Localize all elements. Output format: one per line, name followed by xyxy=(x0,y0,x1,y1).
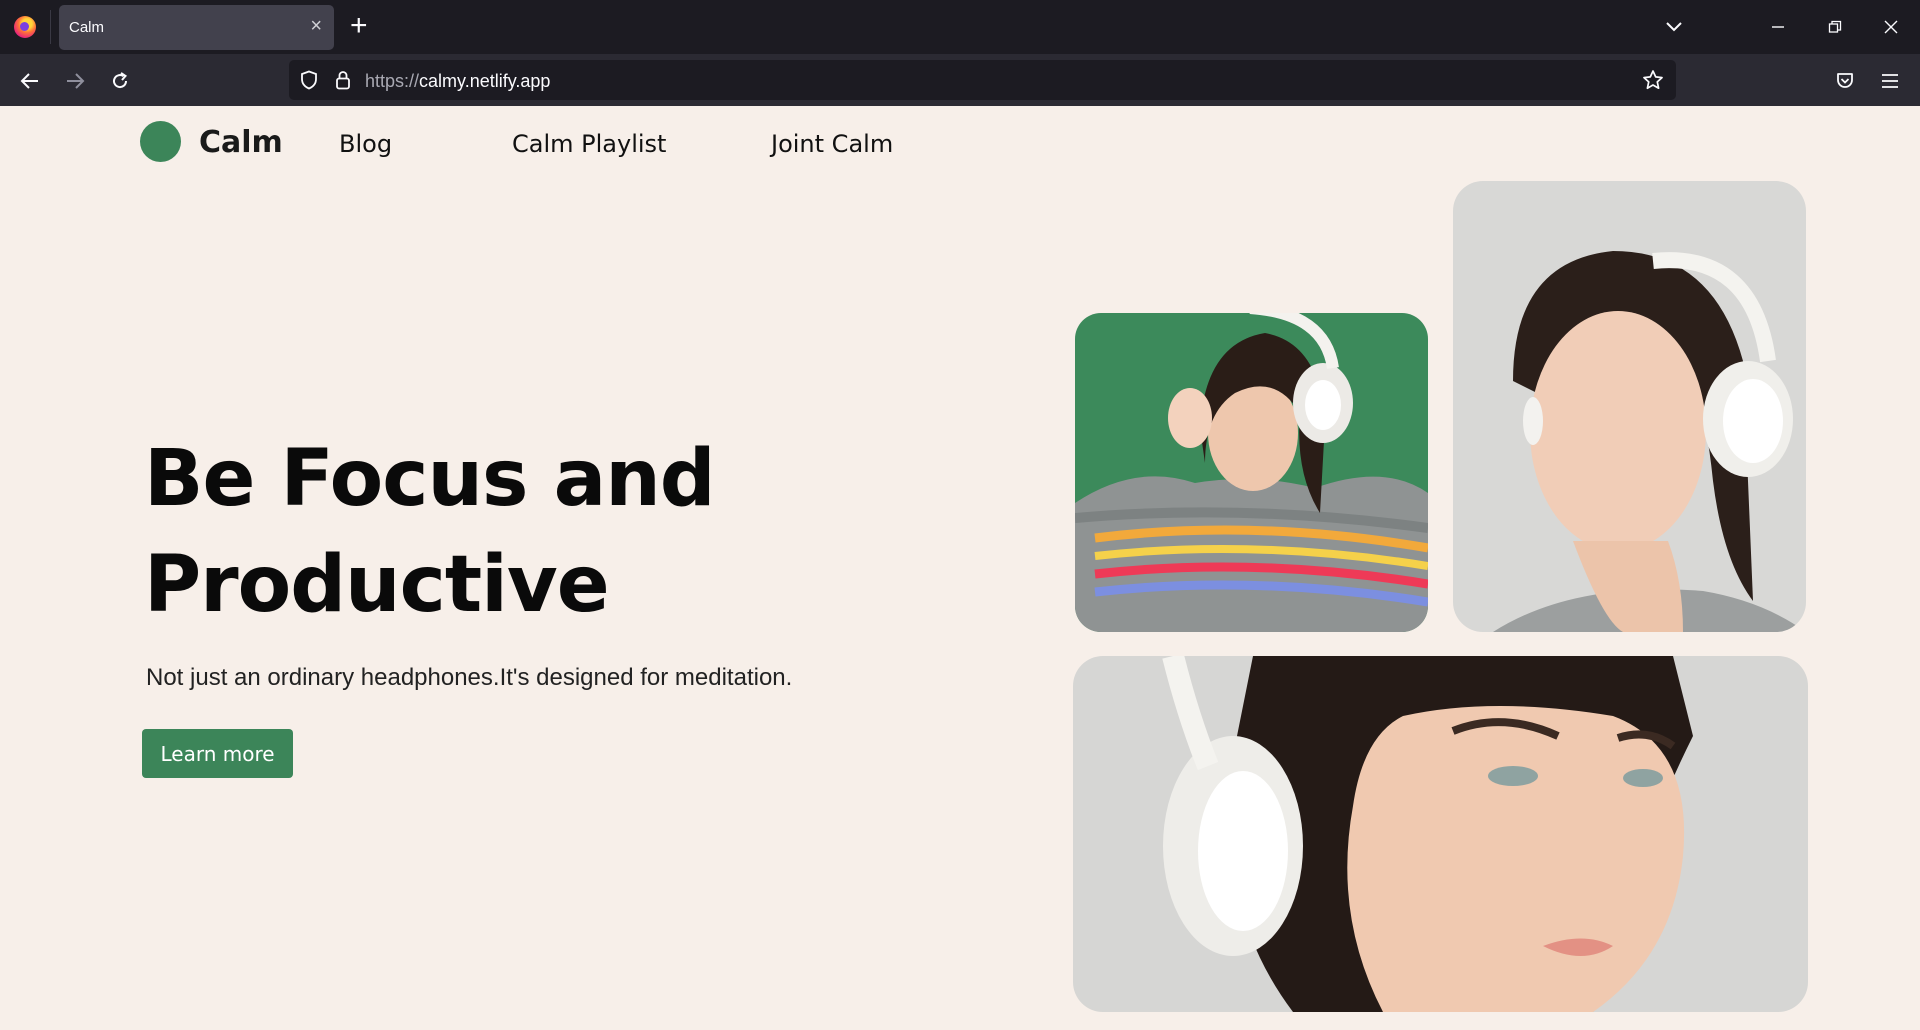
hero-title: Be Focus and Productive xyxy=(144,426,844,638)
logo-circle-icon[interactable] xyxy=(140,121,181,162)
hamburger-menu-icon[interactable] xyxy=(1876,67,1904,95)
new-tab-button[interactable]: + xyxy=(350,10,368,42)
hero-photo-green xyxy=(1075,313,1428,632)
url-bar[interactable]: https://calmy.netlify.app xyxy=(289,60,1676,100)
bookmark-star-icon[interactable] xyxy=(1641,68,1665,92)
reload-icon[interactable] xyxy=(106,67,134,95)
hero-title-line-1: Be Focus and xyxy=(144,434,716,524)
browser-tab-strip: Calm × + xyxy=(0,0,1920,54)
tab-separator xyxy=(50,10,51,44)
shield-icon[interactable] xyxy=(297,68,321,92)
hero-photo-closeup xyxy=(1073,656,1808,1012)
nav-link-joint-calm[interactable]: Joint Calm xyxy=(771,130,893,158)
back-arrow-icon[interactable] xyxy=(16,67,44,95)
nav-link-blog[interactable]: Blog xyxy=(339,130,392,158)
site-logo-text[interactable]: Calm xyxy=(199,125,283,160)
hero-title-line-2: Productive xyxy=(144,540,610,630)
restore-icon[interactable] xyxy=(1821,13,1849,41)
nav-link-calm-playlist[interactable]: Calm Playlist xyxy=(512,130,666,158)
tab-close-icon[interactable]: × xyxy=(310,15,322,37)
page-content: Calm Blog Calm Playlist Joint Calm Be Fo… xyxy=(0,106,1920,1030)
tab-title: Calm xyxy=(69,19,105,36)
browser-toolbar: https://calmy.netlify.app xyxy=(0,54,1920,106)
firefox-logo-icon[interactable] xyxy=(14,16,36,38)
forward-arrow-icon[interactable] xyxy=(61,67,89,95)
lock-icon[interactable] xyxy=(331,68,355,92)
url-text: https://calmy.netlify.app xyxy=(365,71,550,92)
minimize-icon[interactable] xyxy=(1764,13,1792,41)
active-tab[interactable]: Calm × xyxy=(59,5,334,50)
pocket-icon[interactable] xyxy=(1831,67,1859,95)
url-host: calmy.netlify.app xyxy=(419,71,551,91)
learn-more-button[interactable]: Learn more xyxy=(142,729,293,778)
hero-subtitle: Not just an ordinary headphones.It's des… xyxy=(146,664,793,691)
window-close-icon[interactable] xyxy=(1877,13,1905,41)
list-all-tabs-icon[interactable] xyxy=(1660,13,1688,41)
hero-photo-portrait xyxy=(1453,181,1806,632)
url-scheme: https:// xyxy=(365,71,420,91)
